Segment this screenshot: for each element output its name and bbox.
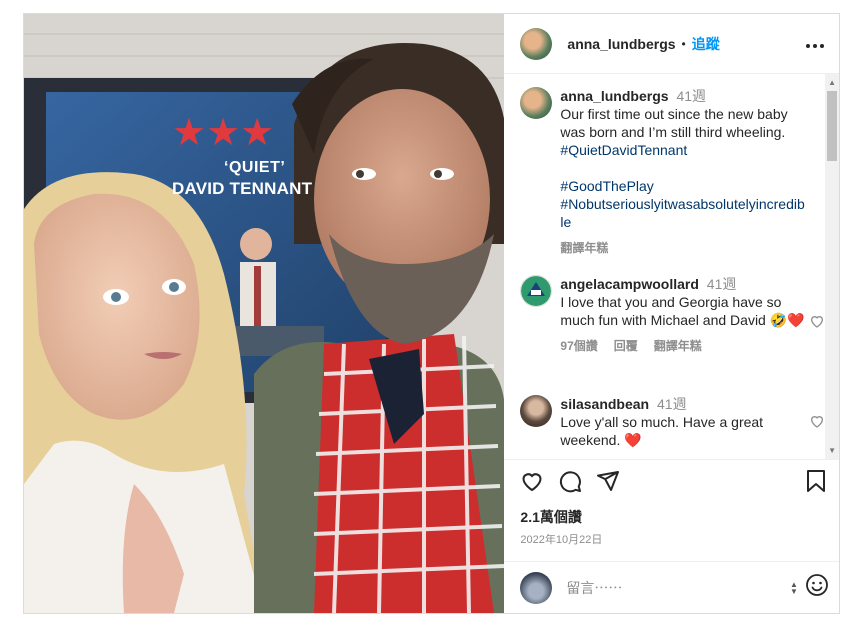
comment-input[interactable]: [564, 578, 769, 597]
separator-dot: •: [681, 36, 686, 51]
hashtag-goodtheplay[interactable]: #GoodThePlay: [560, 178, 653, 194]
comment-time[interactable]: 41週: [707, 276, 737, 292]
post-header: anna_lundbergs • 追蹤: [504, 14, 839, 74]
scroll-thumb[interactable]: [827, 91, 837, 161]
post-actions: [504, 461, 839, 505]
commenter-avatar[interactable]: [520, 275, 553, 307]
poster-star-text: ★★★: [172, 112, 275, 154]
comment-reply-button[interactable]: 回覆: [614, 337, 638, 355]
share-send-icon[interactable]: [596, 469, 620, 498]
likes-count[interactable]: 2.1萬個讚: [504, 507, 839, 527]
caption-time[interactable]: 41週: [676, 88, 706, 104]
hashtag-quietdavidtennant[interactable]: #QuietDavidTennant: [560, 142, 687, 158]
like-heart-icon[interactable]: [520, 469, 544, 498]
scroll-up-arrow-icon[interactable]: ▲: [828, 78, 836, 87]
commenter-avatar[interactable]: [520, 395, 553, 427]
save-bookmark-icon[interactable]: [805, 469, 827, 498]
comment-composer: ▲▼: [504, 561, 839, 613]
comment-likes[interactable]: 97個讚: [560, 337, 597, 355]
hashtag-nobutseriously[interactable]: #Nobutseriouslyitwasabsolutelyincredible: [560, 196, 804, 230]
author-username[interactable]: anna_lundbergs: [567, 36, 675, 52]
comment-translate-link[interactable]: 翻譯年糕: [654, 337, 702, 355]
author-avatar[interactable]: [520, 27, 553, 60]
comment-emoji: 🤣❤️: [769, 312, 805, 328]
scroll-down-arrow-icon[interactable]: ▼: [828, 446, 836, 455]
caption-text: Our first time out since the new baby wa…: [560, 106, 788, 140]
comment-username[interactable]: angelacampwoollard: [560, 276, 698, 292]
resize-stepper-icon[interactable]: ▲ ▼: [789, 580, 799, 595]
more-options-icon[interactable]: [805, 33, 825, 54]
post-photo[interactable]: ★★★ ‘QUIET’ DAVID TENNANT: [24, 14, 505, 613]
comment-text: I love that you and Georgia have so much…: [560, 294, 782, 328]
poster-name: DAVID TENNANT: [172, 179, 313, 198]
comment-item: angelacampwoollard 41週 I love that you a…: [520, 275, 824, 355]
comment-bubble-icon[interactable]: [558, 469, 582, 498]
emoji-picker-icon[interactable]: [805, 573, 829, 602]
comment-like-heart-icon[interactable]: [809, 413, 825, 429]
caption-username[interactable]: anna_lundbergs: [560, 88, 668, 104]
comment-item: silasandbean 41週 Love y'all so much. Hav…: [520, 395, 824, 449]
comments-list[interactable]: anna_lundbergs 41週 Our first time out si…: [504, 74, 839, 460]
post-date[interactable]: 2022年10月22日: [504, 531, 839, 547]
caption-translate-link[interactable]: 翻譯年糕: [560, 239, 608, 257]
follow-button[interactable]: 追蹤: [692, 34, 720, 54]
comments-scrollbar[interactable]: ▲ ▼: [825, 74, 839, 459]
photo-illustration: [24, 14, 505, 613]
post-side-panel: anna_lundbergs • 追蹤 anna_lundbergs 41週 O…: [504, 14, 839, 613]
caption-avatar[interactable]: [520, 87, 553, 119]
caption: anna_lundbergs 41週 Our first time out si…: [520, 87, 820, 257]
comment-text: Love y'all so much. Have a great weekend…: [560, 414, 764, 448]
comment-like-heart-icon[interactable]: [809, 313, 825, 329]
comment-username[interactable]: silasandbean: [560, 396, 649, 412]
poster-quote: ‘QUIET’: [224, 159, 286, 176]
poster-stars: ★★★: [172, 114, 274, 152]
comment-time[interactable]: 41週: [657, 396, 687, 412]
post-card: ★★★ ‘QUIET’ DAVID TENNANT anna_lundbergs…: [23, 13, 840, 614]
viewer-avatar: [520, 571, 553, 604]
comment-emoji: ❤️: [624, 432, 642, 448]
